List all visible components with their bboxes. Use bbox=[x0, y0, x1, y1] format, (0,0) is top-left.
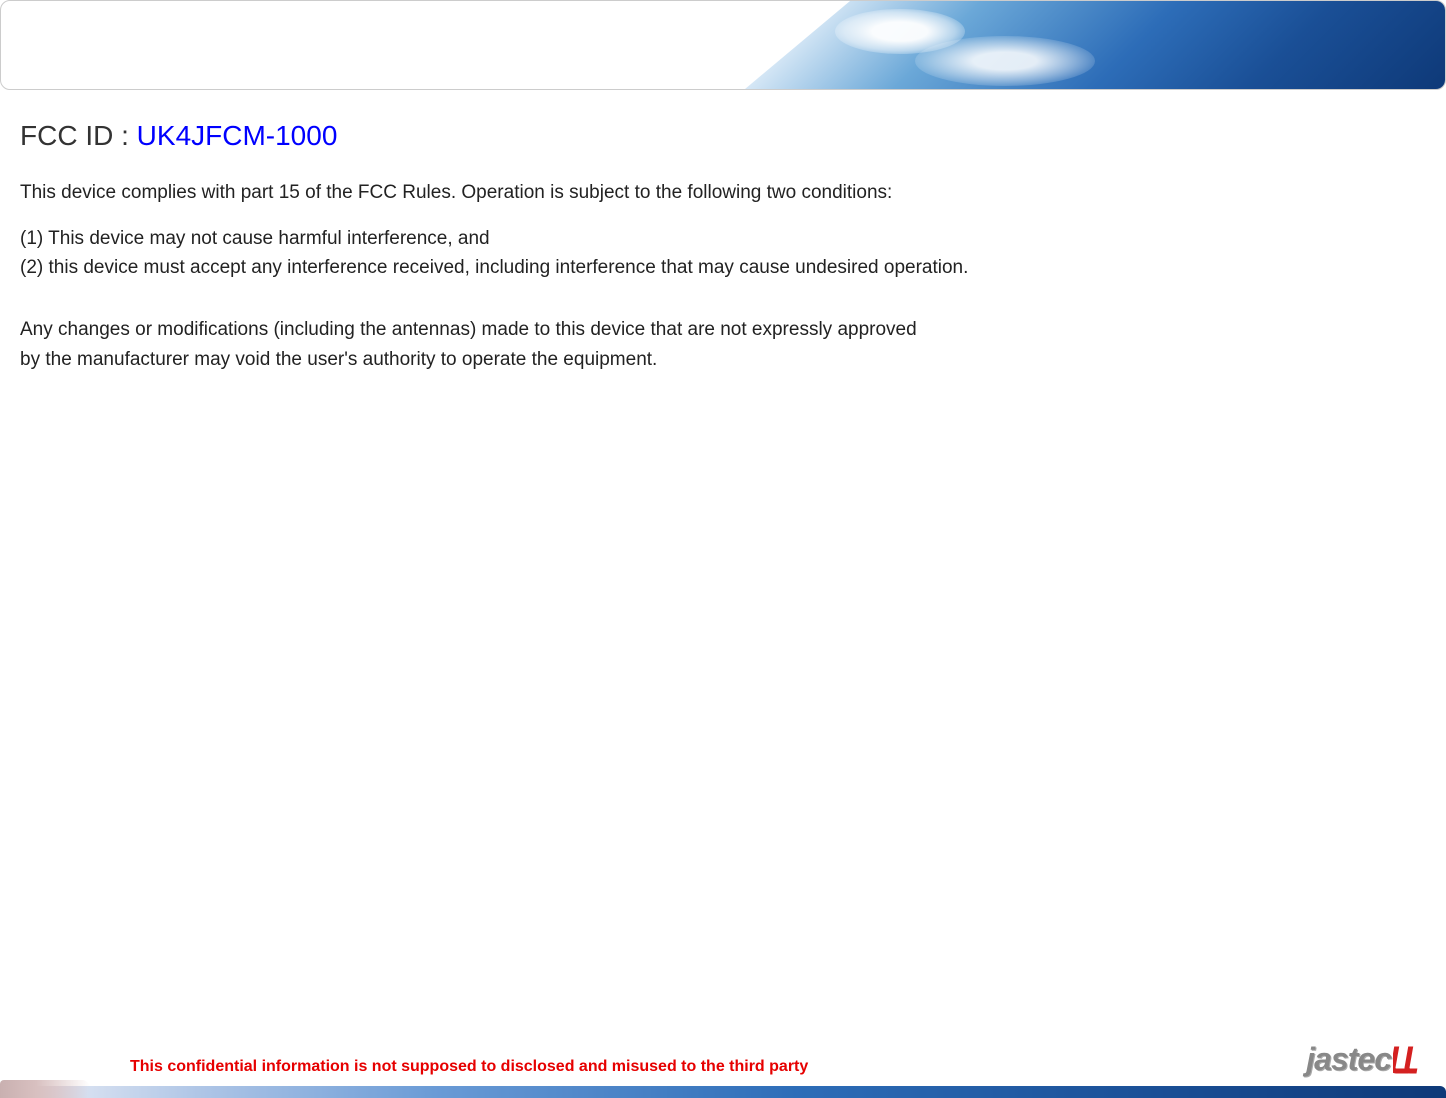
footer-band bbox=[0, 1086, 1446, 1098]
fcc-id-value: UK4JFCM-1000 bbox=[137, 120, 338, 151]
compliance-intro: This device complies with part 15 of the… bbox=[20, 180, 1426, 206]
confidential-notice: This confidential information is not sup… bbox=[130, 1058, 808, 1076]
condition-2: (2) this device must accept any interfer… bbox=[20, 255, 1426, 281]
sky-graphic bbox=[745, 1, 1445, 89]
fcc-id-label: FCC ID : bbox=[20, 120, 137, 151]
warning-line-1: Any changes or modifications (including … bbox=[20, 317, 1426, 343]
condition-1: (1) This device may not cause harmful in… bbox=[20, 226, 1426, 252]
jastec-logo: jastec bbox=[1306, 1041, 1421, 1078]
footer: This confidential information is not sup… bbox=[0, 1038, 1446, 1098]
logo-text: jastec bbox=[1306, 1041, 1391, 1078]
fcc-id-heading: FCC ID : UK4JFCM-1000 bbox=[20, 120, 1426, 152]
document-content: FCC ID : UK4JFCM-1000 This device compli… bbox=[0, 90, 1446, 372]
cloud-decoration bbox=[915, 36, 1095, 86]
footer-band-accent bbox=[0, 1080, 90, 1098]
header-banner bbox=[0, 0, 1446, 90]
warning-line-2: by the manufacturer may void the user's … bbox=[20, 347, 1426, 373]
logo-mark-icon bbox=[1393, 1045, 1421, 1075]
